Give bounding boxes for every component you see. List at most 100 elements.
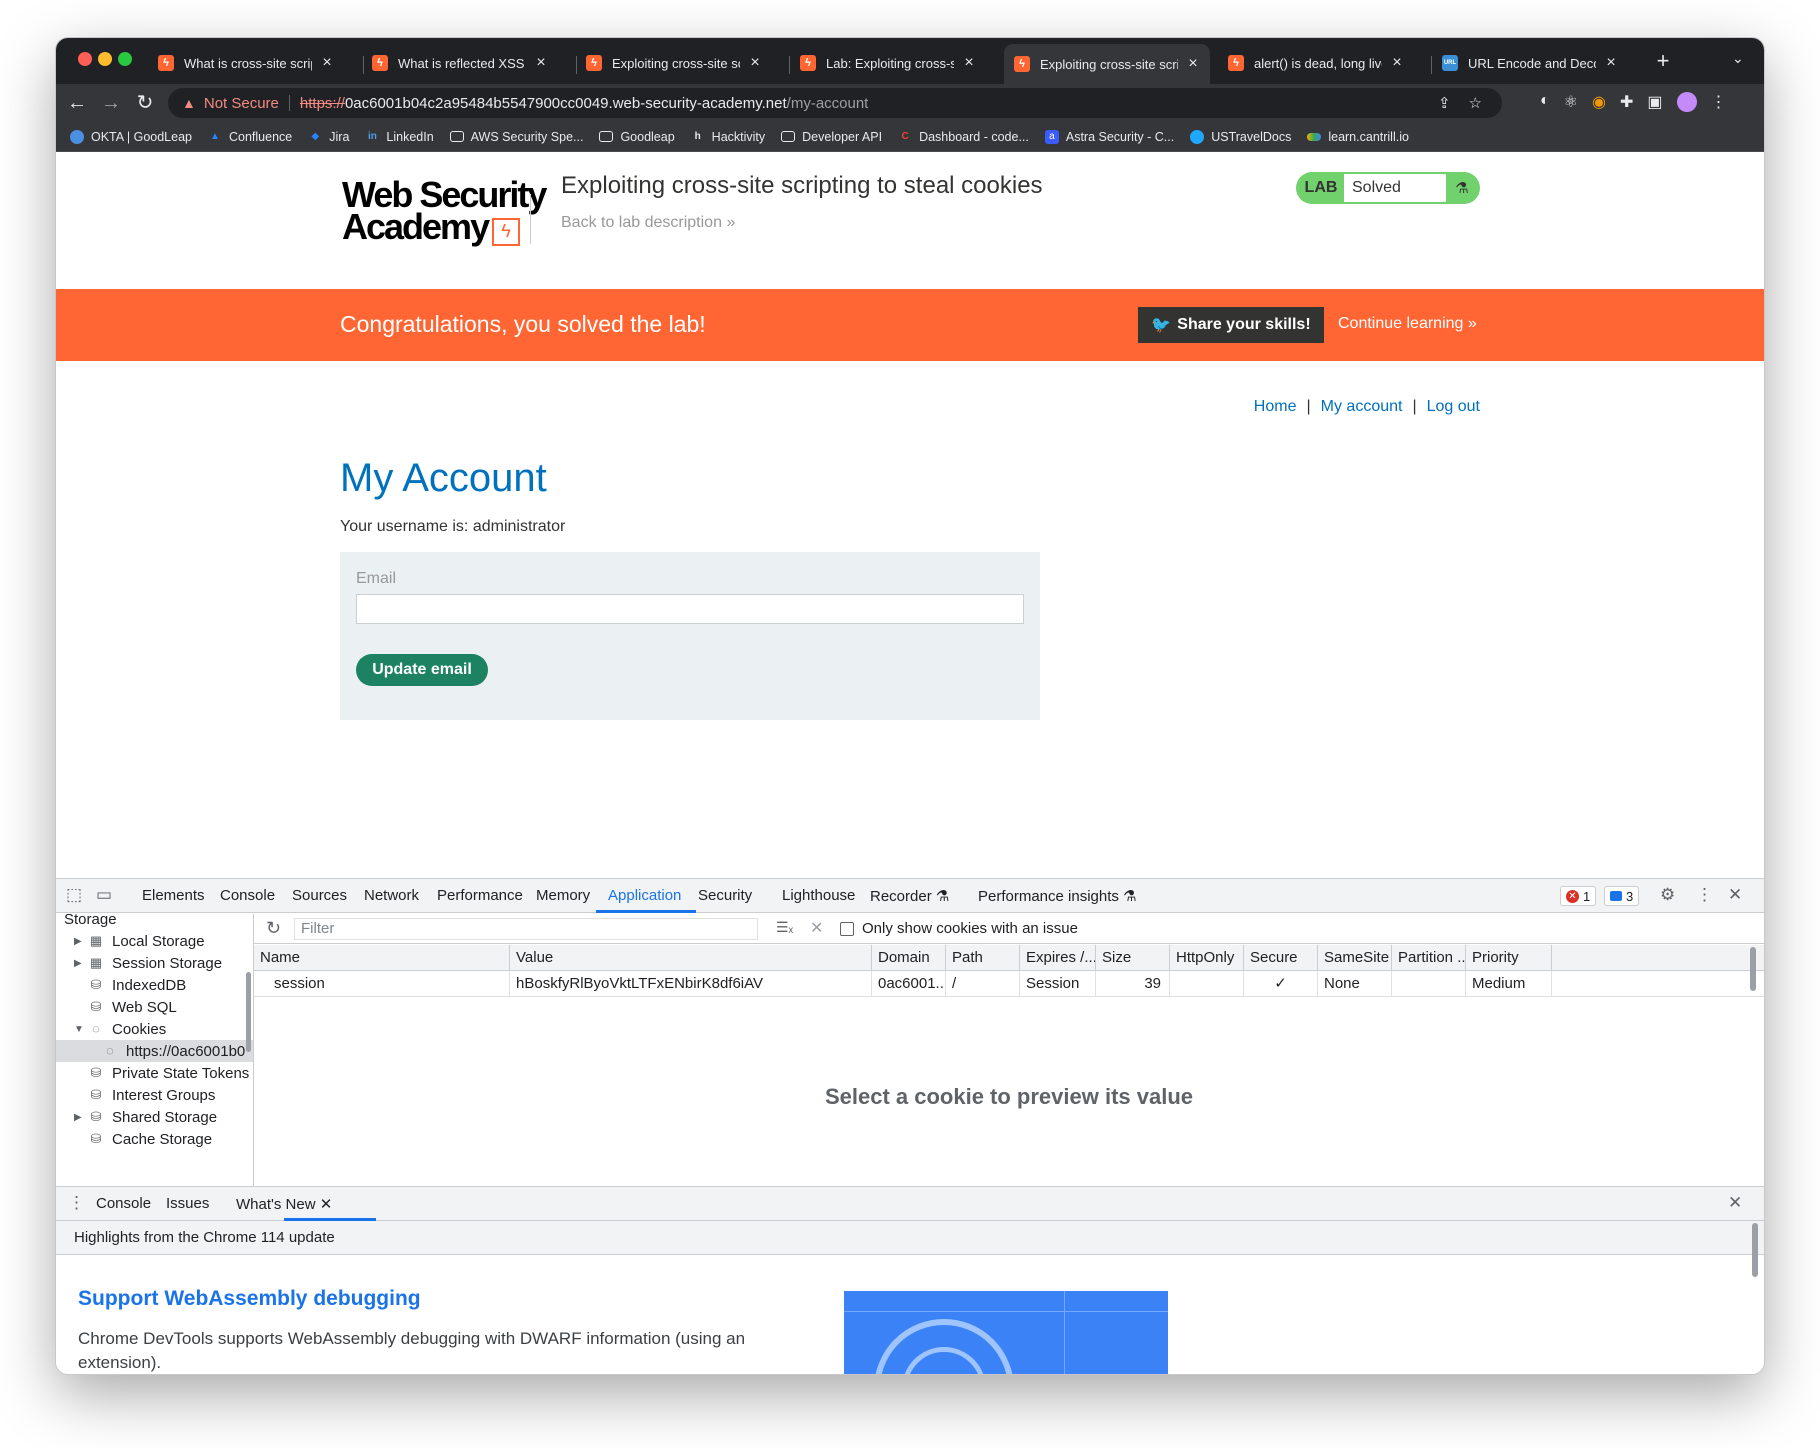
delete-selected-icon[interactable]: ✕ (810, 918, 823, 938)
my-account-link[interactable]: My account (1321, 398, 1403, 416)
column-header-httponly[interactable]: HttpOnly (1170, 945, 1244, 971)
browser-tab[interactable]: ϟ Exploiting cross-site scrip × (576, 46, 772, 80)
article-title-link[interactable]: Support WebAssembly debugging (78, 1287, 421, 1311)
home-link[interactable]: Home (1254, 398, 1297, 416)
bookmark-hacktivity[interactable]: h Hacktivity (691, 130, 766, 144)
tab-performance-insights[interactable]: Performance insights ⚗ (978, 887, 1137, 905)
cookie-domain[interactable]: 0ac6001... (872, 971, 946, 997)
settings-gear-icon[interactable]: ⚙ (1660, 885, 1675, 905)
extension-react-icon[interactable]: ⚛ (1564, 92, 1578, 112)
cookie-partition[interactable] (1392, 971, 1466, 997)
browser-tab-active[interactable]: ϟ Exploiting cross-site scrip × (1004, 44, 1210, 84)
back-arrow-icon[interactable]: ← (64, 90, 90, 116)
drawer-scrollbar[interactable] (1752, 1223, 1758, 1277)
cookie-httponly[interactable] (1170, 971, 1244, 997)
column-header-name[interactable]: Name (254, 945, 510, 971)
sidebar-item-session-storage[interactable]: ▶ ▦ Session Storage (56, 952, 253, 974)
column-header-size[interactable]: Size (1096, 945, 1170, 971)
sidebar-item-shared-storage[interactable]: ▶ ⛁ Shared Storage (56, 1106, 253, 1128)
expand-triangle-icon[interactable]: ▶ (74, 958, 84, 969)
tab-security[interactable]: Security (698, 887, 752, 904)
cookie-priority[interactable]: Medium (1466, 971, 1552, 997)
cookie-expires[interactable]: Session (1020, 971, 1096, 997)
reload-icon[interactable]: ↻ (132, 90, 158, 116)
table-scrollbar[interactable] (1750, 947, 1756, 991)
browser-menu-icon[interactable]: ⋮ (1711, 92, 1727, 112)
only-issues-checkbox[interactable] (840, 922, 854, 936)
sidebar-item-local-storage[interactable]: ▶ ▦ Local Storage (56, 930, 253, 952)
close-tab-icon[interactable]: × (320, 54, 334, 72)
tab-console[interactable]: Console (220, 887, 275, 904)
update-email-button[interactable]: Update email (356, 654, 488, 686)
column-header-expires[interactable]: Expires /... (1020, 945, 1096, 971)
share-icon[interactable]: ⇪ (1438, 94, 1451, 112)
bookmark-folder-developer-api[interactable]: Developer API (781, 130, 882, 144)
new-tab-button[interactable]: + (1650, 48, 1676, 74)
email-field[interactable] (356, 594, 1024, 624)
extension-burp-icon[interactable]: ◉ (1592, 92, 1606, 112)
sidebar-item-indexeddb[interactable]: ⛁ IndexedDB (56, 974, 253, 996)
cookie-filter-input[interactable]: Filter (294, 918, 758, 940)
drawer-menu-icon[interactable]: ⋮ (68, 1193, 85, 1213)
tab-application[interactable]: Application (608, 887, 681, 904)
bookmark-astra[interactable]: a Astra Security - C... (1044, 129, 1174, 144)
back-to-description-link[interactable]: Back to lab description » (561, 214, 735, 232)
table-row[interactable]: session hBoskfyRlByoVktLTFxENbirK8df6iAV… (254, 971, 1764, 997)
warning-triangle-icon[interactable]: ▲ (182, 95, 196, 111)
tab-recorder[interactable]: Recorder ⚗ (870, 887, 949, 905)
close-drawer-icon[interactable]: ✕ (1728, 1193, 1742, 1213)
close-tab-icon[interactable]: × (748, 54, 762, 72)
more-options-icon[interactable]: ⋮ (1696, 885, 1713, 905)
sidebar-item-private-state-tokens[interactable]: ⛁ Private State Tokens (56, 1062, 253, 1084)
cookie-samesite[interactable]: None (1318, 971, 1392, 997)
error-count-badge[interactable]: ✕ 1 (1560, 886, 1597, 906)
bookmark-folder-goodleap[interactable]: Goodleap (599, 130, 675, 144)
column-header-partition[interactable]: Partition ... (1392, 945, 1466, 971)
forward-arrow-icon[interactable]: → (98, 90, 124, 116)
refresh-icon[interactable]: ↻ (266, 918, 281, 939)
cookie-secure-checkmark[interactable]: ✓ (1244, 971, 1318, 997)
tab-sources[interactable]: Sources (292, 887, 347, 904)
sidebar-item-cookie-origin[interactable]: ◌ https://0ac6001b0 (56, 1040, 253, 1062)
column-header-priority[interactable]: Priority (1466, 945, 1552, 971)
bookmark-jira[interactable]: ◆ Jira (308, 130, 349, 144)
sidebar-item-cookies[interactable]: ▼ ◌ Cookies (56, 1018, 253, 1040)
close-tab-icon[interactable]: ✕ (320, 1196, 333, 1213)
bookmark-star-icon[interactable]: ☆ (1469, 94, 1482, 112)
extension-wappalyzer-icon[interactable]: ◐ (1540, 92, 1550, 112)
close-tab-icon[interactable]: × (1186, 55, 1200, 73)
expand-triangle-icon[interactable]: ▶ (74, 1112, 84, 1123)
bookmark-folder-aws[interactable]: AWS Security Spe... (449, 130, 583, 144)
close-tab-icon[interactable]: × (1390, 54, 1404, 72)
close-tab-icon[interactable]: × (534, 54, 548, 72)
drawer-tab-whats-new[interactable]: What's New ✕ (236, 1195, 332, 1213)
cookie-path[interactable]: / (946, 971, 1020, 997)
side-panel-icon[interactable]: ▣ (1647, 92, 1662, 112)
tab-elements[interactable]: Elements (142, 887, 205, 904)
address-bar[interactable]: ▲ Not Secure https:// 0ac6001b04c2a95484… (168, 88, 1502, 118)
close-devtools-icon[interactable]: ✕ (1728, 885, 1742, 905)
sidebar-scrollbar[interactable] (246, 972, 251, 1052)
browser-tab[interactable]: ϟ Lab: Exploiting cross-site × (790, 46, 986, 80)
sidebar-item-cache-storage[interactable]: ⛁ Cache Storage (56, 1128, 253, 1150)
close-tab-icon[interactable]: × (1604, 54, 1618, 72)
close-window-button[interactable] (78, 52, 92, 66)
drawer-tab-issues[interactable]: Issues (166, 1195, 209, 1212)
browser-tab[interactable]: ϟ What is reflected XSS (cro × (362, 46, 558, 80)
log-out-link[interactable]: Log out (1427, 398, 1480, 416)
drawer-tab-console[interactable]: Console (96, 1195, 151, 1212)
device-toolbar-icon[interactable]: ▭ (96, 885, 112, 905)
bookmark-ustraveldocs[interactable]: USTravelDocs (1190, 129, 1291, 144)
browser-tab[interactable]: URL URL Encode and Decode - × (1432, 46, 1628, 80)
bookmark-cantrill[interactable]: learn.cantrill.io (1307, 130, 1409, 144)
column-header-domain[interactable]: Domain (872, 945, 946, 971)
tab-performance[interactable]: Performance (437, 887, 523, 904)
column-header-secure[interactable]: Secure (1244, 945, 1318, 971)
bookmark-okta[interactable]: OKTA | GoodLeap (70, 129, 192, 144)
clear-all-cookies-icon[interactable]: ☰ₓ (776, 919, 793, 936)
bookmark-linkedin[interactable]: in LinkedIn (365, 130, 434, 144)
browser-tab[interactable]: ϟ What is cross-site scriptin × (148, 46, 344, 80)
column-header-value[interactable]: Value (510, 945, 872, 971)
column-header-path[interactable]: Path (946, 945, 1020, 971)
tab-network[interactable]: Network (364, 887, 419, 904)
